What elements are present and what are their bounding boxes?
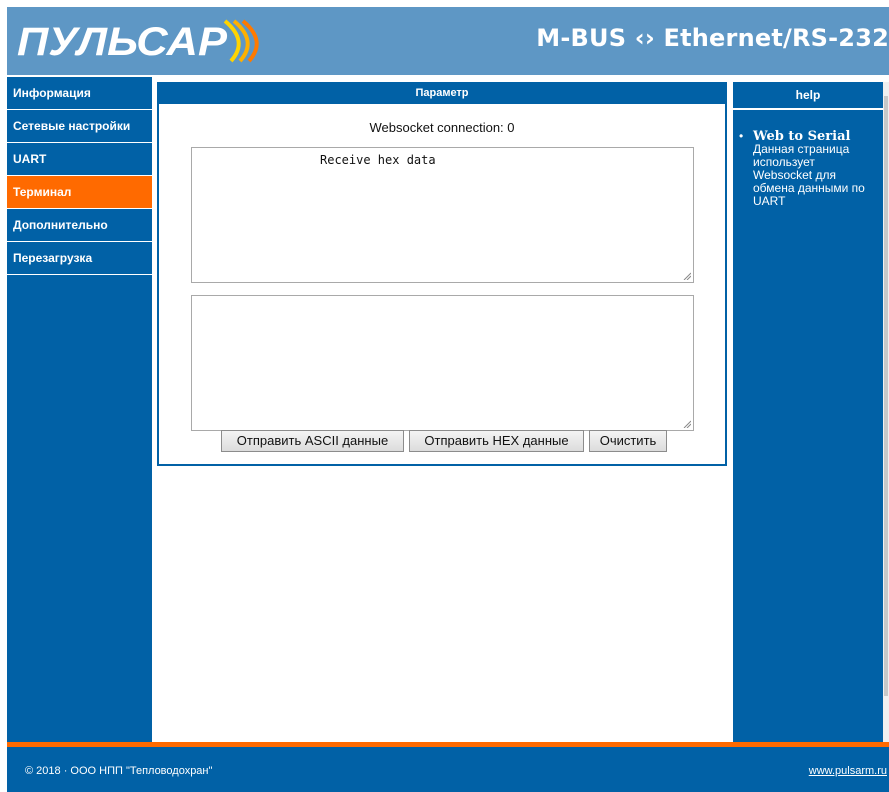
copyright-text: © 2018 · ООО НПП "Тепловодохран"	[25, 765, 213, 777]
website-link[interactable]: www.pulsarm.ru	[809, 765, 887, 777]
scrollbar-thumb[interactable]	[884, 96, 888, 696]
resize-grip-icon[interactable]	[683, 420, 691, 428]
help-text: Данная страница использует Websocket для…	[753, 142, 865, 208]
page-footer: © 2018 · ООО НПП "Тепловодохран" www.pul…	[7, 747, 889, 792]
help-panel: help • Web to Serial Данная страница исп…	[733, 82, 883, 742]
send-hex-button[interactable]: Отправить HEX данные	[409, 430, 584, 452]
receive-placeholder: Receive hex data	[320, 153, 436, 167]
receive-textarea[interactable]: Receive hex data	[191, 147, 694, 283]
page-header: ПУЛЬСАР M-BUS ‹› Ethernet/RS-232	[7, 7, 889, 75]
sidebar-nav: Информация Сетевые настройки UART Термин…	[7, 77, 152, 742]
svg-text:ПУЛЬСАР: ПУЛЬСАР	[17, 20, 227, 64]
pulsar-logo: ПУЛЬСАР	[17, 19, 259, 64]
send-ascii-button[interactable]: Отправить ASCII данные	[221, 430, 404, 452]
sidebar-item-info[interactable]: Информация	[7, 77, 152, 110]
bullet-icon: •	[739, 129, 744, 143]
help-header: help	[733, 82, 883, 110]
clear-button[interactable]: Очистить	[589, 430, 667, 452]
sidebar-item-uart[interactable]: UART	[7, 143, 152, 176]
sidebar-item-network[interactable]: Сетевые настройки	[7, 110, 152, 143]
help-content: • Web to Serial Данная страница использу…	[739, 130, 877, 208]
sidebar-item-reboot[interactable]: Перезагрузка	[7, 242, 152, 275]
sidebar-item-terminal[interactable]: Терминал	[7, 176, 152, 209]
terminal-panel: Websocket connection: 0 Receive hex data…	[157, 104, 727, 466]
send-textarea[interactable]	[191, 295, 694, 431]
panel-header: Параметр	[157, 82, 727, 104]
websocket-status: Websocket connection: 0	[369, 120, 515, 135]
top-strip	[0, 0, 889, 7]
device-title: M-BUS ‹› Ethernet/RS-232	[536, 24, 889, 52]
scrollbar[interactable]	[883, 82, 889, 742]
resize-grip-icon[interactable]	[683, 272, 691, 280]
sidebar-item-advanced[interactable]: Дополнительно	[7, 209, 152, 242]
